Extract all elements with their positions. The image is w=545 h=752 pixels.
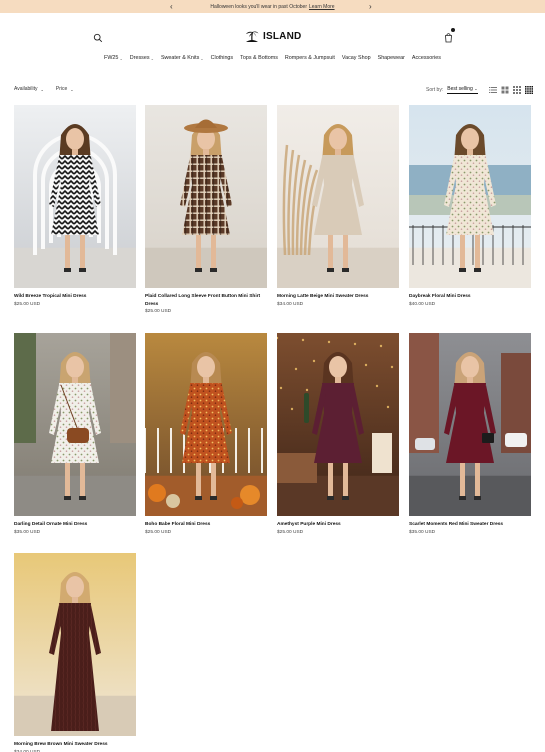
chevron-down-icon: ⌄ [119, 55, 123, 61]
product-title[interactable]: Morning Latte Beige Mini Sweater Dress [277, 293, 399, 301]
chevron-down-icon: ⌄ [40, 86, 44, 92]
island-logo-icon [246, 31, 259, 42]
sort-value: Best selling [447, 86, 473, 92]
price-filter-label: Price [55, 86, 68, 92]
nav-item-dresses[interactable]: Dresses ⌄ [130, 53, 154, 63]
grid-2-view-icon[interactable] [501, 86, 509, 94]
announcement-next-arrow-icon[interactable]: › [369, 0, 372, 13]
product-card[interactable]: Boho Babe Floral Mini Dress $25.00 USD [145, 333, 267, 537]
product-title[interactable]: Amethyst Purple Mini Dress [277, 521, 399, 529]
chevron-down-icon: ⌄ [150, 55, 154, 61]
search-icon[interactable] [93, 30, 103, 43]
product-image[interactable] [145, 333, 267, 516]
price-filter[interactable]: Price ⌄ [56, 86, 74, 92]
product-price: $34.00 USD [14, 749, 136, 752]
main-navigation: FW25 ⌄ Dresses ⌄ Sweater & Knits ⌄ Clothings To… [0, 53, 545, 63]
nav-item-clothings[interactable]: Clothings [211, 53, 233, 63]
cart-count-badge [451, 28, 455, 32]
product-title[interactable]: Plaid Collared Long Sleeve Front Button … [145, 293, 267, 308]
sort-control: Sort by: Best selling ⌄ [426, 86, 478, 94]
product-card[interactable]: Morning Latte Beige Mini Sweater Dress $3… [277, 105, 399, 309]
product-image[interactable] [409, 333, 531, 516]
nav-item-label: Shapewear [377, 55, 405, 61]
nav-item-label: Accessories [411, 55, 441, 61]
product-title[interactable]: Daybreak Floral Mini Dress [409, 293, 531, 301]
product-image[interactable] [277, 333, 399, 516]
filter-bar: Availability ⌄ Price ⌄ [14, 86, 74, 92]
announcement-text: Halloween looks you'll wear in past Octo… [210, 3, 307, 10]
product-card[interactable]: Morning Brew Brown Mini Sweater Dress$34… [14, 553, 136, 752]
product-price: $25.00 USD [145, 529, 172, 535]
product-image[interactable] [277, 105, 399, 288]
nav-item-label: Tops & Bottoms [240, 55, 278, 61]
nav-item-vacay-shop[interactable]: Vacay Shop [342, 53, 371, 63]
product-title[interactable]: Darling Detail Ornate Mini Dress [14, 521, 136, 529]
brand-logo[interactable]: ISLAND [244, 27, 301, 45]
grid-3-view-icon[interactable] [513, 86, 521, 94]
product-image[interactable] [145, 105, 267, 288]
list-view-icon[interactable] [489, 86, 497, 94]
chevron-down-icon: ⌄ [70, 86, 74, 92]
product-card[interactable]: Wild Breeze Tropical Mini Dress $25.00 US… [14, 105, 136, 309]
sort-label: Sort by: [426, 87, 444, 93]
product-price: $34.00 USD [277, 301, 304, 307]
nav-item-shapewear[interactable]: Shapewear [378, 53, 405, 63]
nav-item-fw25[interactable]: FW25 ⌄ [104, 53, 123, 63]
product-card[interactable]: Scarlet Moments Red Mini Sweater Dress $3… [409, 333, 531, 537]
grid-view-toggles [489, 86, 533, 94]
sort-select[interactable]: Best selling ⌄ [447, 86, 478, 94]
product-price: $25.00 USD [145, 309, 172, 315]
product-price: $35.00 USD [14, 529, 41, 535]
nav-item-sweater-knits[interactable]: Sweater & Knits ⌄ [161, 53, 204, 63]
nav-item-label: Clothings [210, 55, 234, 61]
product-card[interactable]: Darling Detail Ornate Mini Dress $35.00 U… [14, 333, 136, 537]
nav-item-label: Vacay Shop [341, 55, 371, 61]
grid-4-view-icon[interactable] [525, 86, 533, 94]
announcement-prev-arrow-icon[interactable]: ‹ [170, 0, 173, 13]
availability-filter[interactable]: Availability ⌄ [14, 86, 44, 92]
nav-item-label: Rompers & Jumpsuit [284, 55, 335, 61]
product-price: $40.00 USD [409, 301, 436, 307]
nav-item-label: Sweater & Knits [160, 55, 200, 61]
announcement-bar: ‹ Halloween looks you'll wear in past Oc… [0, 0, 545, 13]
product-card[interactable]: Plaid Collared Long Sleeve Front Button … [145, 105, 267, 316]
nav-item-label: FW25 [104, 55, 119, 61]
chevron-down-icon: ⌄ [474, 86, 478, 91]
product-card[interactable]: Amethyst Purple Mini Dress $25.00 USD [277, 333, 399, 537]
product-title[interactable]: Morning Brew Brown Mini Sweater Dress [14, 741, 136, 749]
cart-icon[interactable] [443, 28, 455, 43]
brand-name: ISLAND [263, 30, 302, 42]
product-image[interactable] [14, 333, 136, 516]
product-image[interactable] [409, 105, 531, 288]
product-image[interactable] [14, 105, 136, 288]
nav-item-tops-bottoms[interactable]: Tops & Bottoms [240, 53, 278, 63]
nav-item-rompers-jumpsuit[interactable]: Rompers & Jumpsuit [285, 53, 335, 63]
product-price: $25.00 USD [14, 301, 41, 307]
product-price: $25.00 USD [277, 529, 304, 535]
product-title[interactable]: Boho Babe Floral Mini Dress [145, 521, 267, 529]
product-title[interactable]: Scarlet Moments Red Mini Sweater Dress [409, 521, 531, 529]
availability-filter-label: Availability [14, 86, 38, 92]
site-header: ISLAND [0, 13, 545, 53]
product-price: $35.00 USD [409, 529, 436, 535]
product-title[interactable]: Wild Breeze Tropical Mini Dress [14, 293, 136, 301]
chevron-down-icon: ⌄ [200, 55, 204, 61]
product-image[interactable] [14, 553, 136, 736]
announcement-learn-more-link[interactable]: Learn More [309, 4, 335, 10]
nav-item-accessories[interactable]: Accessories [412, 53, 441, 63]
nav-item-label: Dresses [129, 55, 150, 61]
product-card[interactable]: Daybreak Floral Mini Dress $40.00 USD [409, 105, 531, 309]
